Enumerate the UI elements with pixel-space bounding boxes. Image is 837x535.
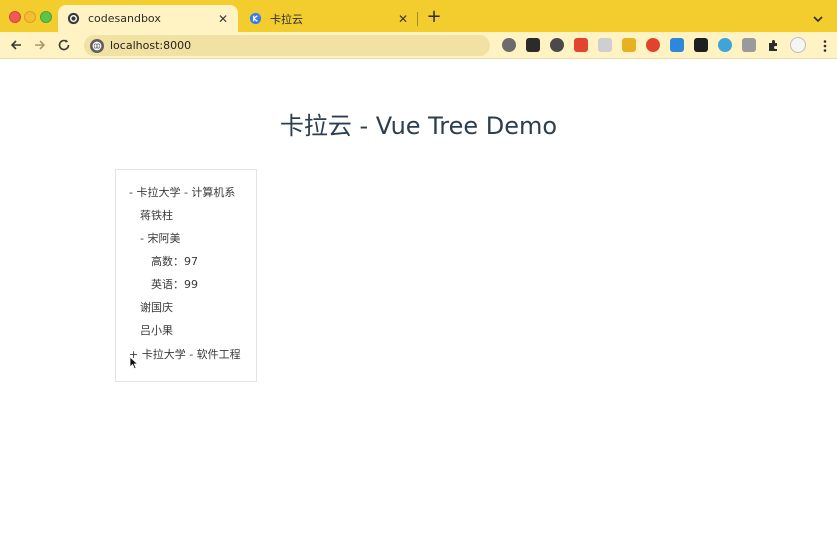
extension-notion-icon[interactable]: [526, 38, 540, 52]
extension-mail-icon[interactable]: [574, 38, 588, 52]
forward-arrow-icon[interactable]: [32, 37, 48, 53]
extension-blue-icon[interactable]: [670, 38, 684, 52]
site-info-icon[interactable]: [90, 38, 104, 53]
maximize-window-button[interactable]: [40, 11, 52, 23]
tab-search-chevron-icon[interactable]: [812, 10, 826, 24]
tab-separator: [417, 12, 418, 26]
tree-node-computer-dept[interactable]: - 卡拉大学 - 计算机系: [129, 184, 235, 200]
tab-codesandbox[interactable]: codesandbox ✕: [58, 5, 238, 32]
tab-close-icon[interactable]: ✕: [216, 12, 230, 26]
browser-toolbar: localhost:8000: [0, 32, 837, 59]
close-window-button[interactable]: [9, 11, 21, 23]
tree-node-student[interactable]: 谢国庆: [140, 299, 173, 315]
new-tab-button[interactable]: +: [426, 8, 442, 26]
extension-shield-icon[interactable]: [718, 38, 732, 52]
extension-puzzle-gray-icon[interactable]: [598, 38, 612, 52]
extension-notes-icon[interactable]: [622, 38, 636, 52]
reload-icon[interactable]: [56, 37, 72, 53]
tree-node-student[interactable]: 吕小果: [140, 322, 173, 338]
extension-avatar-icon[interactable]: [502, 38, 516, 52]
extensions-puzzle-icon[interactable]: [766, 38, 780, 52]
tree-leaf-english-score[interactable]: 英语：99: [151, 276, 198, 292]
mouse-cursor-icon: [129, 355, 139, 370]
tab-close-icon[interactable]: ✕: [396, 12, 410, 26]
tab-title: codesandbox: [88, 12, 161, 25]
tree-node-student-expanded[interactable]: - 宋阿美: [140, 230, 180, 246]
page-content: 卡拉云 - Vue Tree Demo - 卡拉大学 - 计算机系 蒋铁柱 - …: [0, 60, 837, 535]
tree-node-software-dept[interactable]: + 卡拉大学 - 软件工程: [129, 346, 241, 362]
browser-menu-icon[interactable]: [818, 38, 832, 52]
back-arrow-icon[interactable]: [8, 37, 24, 53]
url-text: localhost:8000: [110, 39, 192, 52]
codesandbox-favicon-icon: [66, 12, 80, 26]
browser-window: codesandbox ✕ 卡拉云 ✕ + localhost:8000 卡拉云…: [0, 0, 837, 535]
tab-title: 卡拉云: [270, 12, 303, 26]
tab-strip: codesandbox ✕ 卡拉云 ✕ +: [0, 0, 837, 32]
tab-kalayun[interactable]: 卡拉云 ✕: [240, 5, 418, 32]
tree-leaf-math-score[interactable]: 高数：97: [151, 253, 198, 269]
kalayun-favicon-icon: [248, 12, 262, 26]
page-title: 卡拉云 - Vue Tree Demo: [279, 112, 558, 140]
extension-translate-icon[interactable]: [646, 38, 660, 52]
tree-node-student[interactable]: 蒋铁柱: [140, 207, 173, 223]
profile-avatar-icon[interactable]: [790, 37, 806, 53]
address-bar[interactable]: localhost:8000: [84, 35, 490, 56]
minimize-window-button[interactable]: [24, 11, 36, 23]
extension-chat-icon[interactable]: [742, 38, 756, 52]
extension-dark-icon[interactable]: [694, 38, 708, 52]
extension-privacy-icon[interactable]: [550, 38, 564, 52]
